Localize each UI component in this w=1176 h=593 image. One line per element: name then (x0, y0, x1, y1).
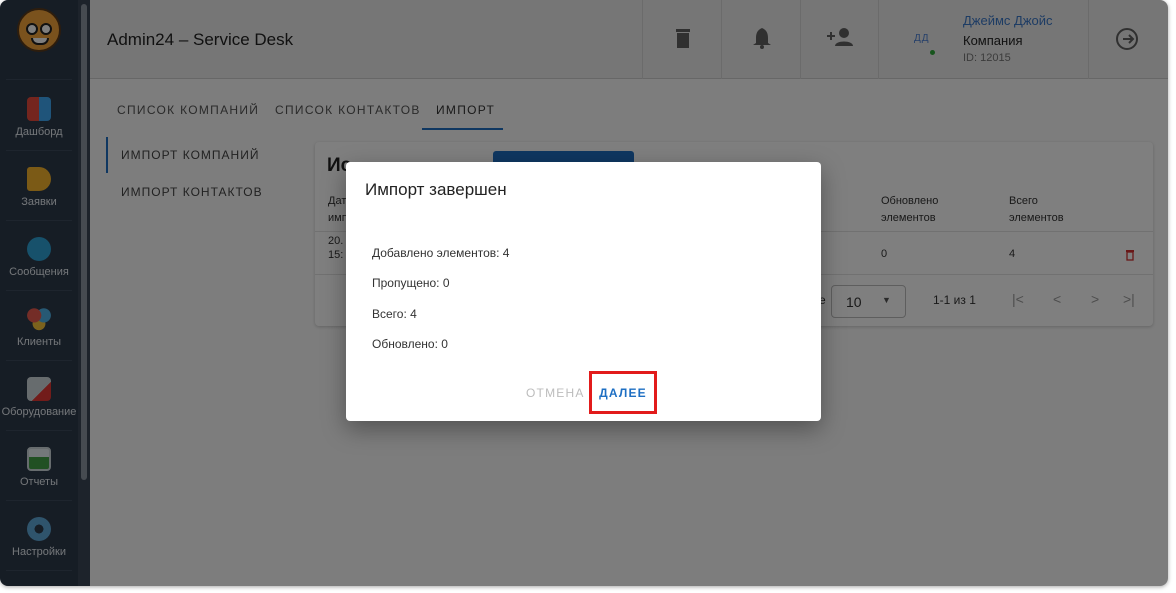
dialog-updated-count: Обновлено: 0 (372, 337, 448, 351)
dialog-title: Импорт завершен (365, 180, 507, 199)
app-window: Дашборд Заявки Сообщения Клиенты Оборудо… (0, 0, 1168, 586)
dialog-total-count: Всего: 4 (372, 307, 417, 321)
import-complete-dialog: Импорт завершен Добавлено элементов: 4 П… (346, 162, 821, 421)
dialog-skipped-count: Пропущено: 0 (372, 276, 450, 290)
dialog-added-count: Добавлено элементов: 4 (372, 246, 510, 260)
next-button[interactable]: ДАЛЕЕ (589, 371, 657, 414)
cancel-button[interactable]: ОТМЕНА (526, 386, 585, 400)
